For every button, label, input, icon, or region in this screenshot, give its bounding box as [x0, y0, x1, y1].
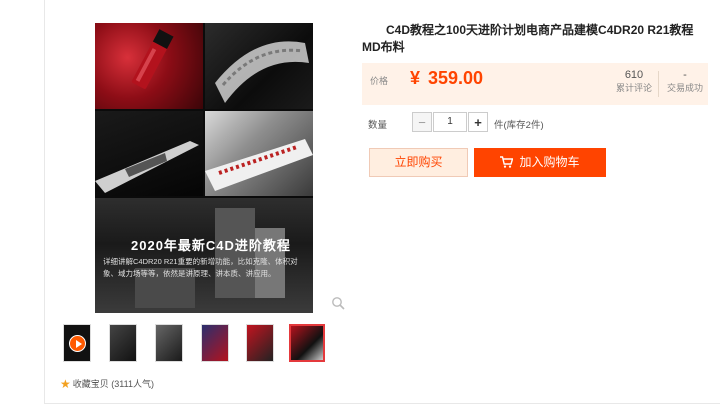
- lipstick-image-tile: [95, 23, 203, 109]
- thumbnail-image-selected[interactable]: [289, 324, 325, 362]
- thumbnail-image[interactable]: [109, 324, 137, 362]
- device-image-tile: [205, 111, 313, 196]
- wristband-image-tile: [205, 23, 313, 109]
- play-icon: [69, 335, 86, 352]
- favorite-popularity: (3111人气): [111, 379, 154, 389]
- magnifier-icon[interactable]: [331, 296, 345, 310]
- price-label: 价格: [370, 76, 389, 86]
- quantity-label: 数量: [368, 120, 388, 131]
- main-product-image[interactable]: 2020年最新C4D进阶教程 详细讲解C4DR20 R21重要的新增功能，比如克…: [95, 23, 313, 313]
- deals-stat: - 交易成功: [662, 68, 708, 95]
- knife-image-tile: [95, 111, 203, 196]
- add-to-cart-label: 加入购物车: [519, 155, 580, 169]
- price-value: 359.00: [428, 68, 484, 88]
- product-title: C4D教程之100天进阶计划电商产品建模C4DR20 R21教程MD布料: [362, 23, 694, 54]
- thumbnail-image[interactable]: [201, 324, 229, 362]
- banner-description: 详细讲解C4DR20 R21重要的新增功能，比如克隆、体积对象、域力场等等，依然…: [103, 257, 298, 278]
- favorite-label: 收藏宝贝: [72, 379, 109, 389]
- shopping-cart-icon: [500, 150, 514, 179]
- deals-label: 交易成功: [666, 83, 703, 93]
- thumbnail-image[interactable]: [155, 324, 183, 362]
- thumbnail-image[interactable]: [246, 324, 274, 362]
- quantity-input[interactable]: 1: [433, 112, 467, 132]
- favorite-link[interactable]: ★ 收藏宝贝 (3111人气): [60, 377, 154, 391]
- stock-info: 件(库存2件): [494, 120, 544, 131]
- stats-divider: [658, 71, 659, 97]
- reviews-count: 610: [624, 69, 644, 81]
- reviews-stat[interactable]: 610 累计评论: [614, 68, 654, 95]
- thumbnail-strip: [63, 324, 333, 362]
- currency-symbol: ¥: [410, 68, 421, 88]
- star-icon: ★: [60, 377, 71, 391]
- buy-now-button[interactable]: 立即购买: [369, 148, 468, 177]
- thumbnail-video[interactable]: [63, 324, 91, 362]
- deals-count: -: [683, 69, 687, 81]
- quantity-decrease-button[interactable]: −: [412, 112, 432, 132]
- price-box: 价格 ¥ 359.00 610 累计评论 - 交易成功: [362, 63, 708, 105]
- reviews-label: 累计评论: [615, 83, 652, 93]
- add-to-cart-button[interactable]: 加入购物车: [474, 148, 606, 177]
- quantity-increase-button[interactable]: +: [468, 112, 488, 132]
- banner-title: 2020年最新C4D进阶教程: [131, 238, 291, 253]
